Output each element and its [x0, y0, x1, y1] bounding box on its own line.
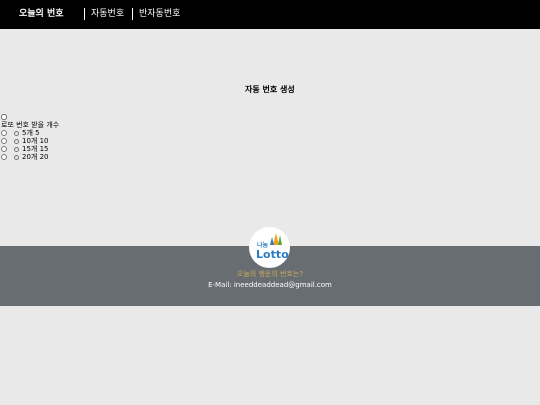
- logo-main-text: Lotto: [256, 248, 289, 261]
- lotto-logo: 나눔 Lotto: [249, 227, 290, 268]
- bullet-icon: [14, 130, 19, 136]
- footer-lucky-link[interactable]: 오늘의 행운의 번호는?: [0, 270, 540, 278]
- option-label: 10개 10: [22, 137, 49, 145]
- option-radio[interactable]: [1, 146, 7, 152]
- bullet-icon: [14, 138, 19, 144]
- page-title: 자동 번호 생성: [245, 85, 295, 94]
- brand-link[interactable]: 오늘의 번호: [19, 8, 64, 20]
- count-form: 로또 번호 받을 개수 5개 5 10개 10 15개 15 20개 20: [1, 113, 59, 161]
- bullet-icon: [14, 146, 19, 152]
- option-radio[interactable]: [1, 130, 7, 136]
- top-navbar: 오늘의 번호 자동번호 반자동번호: [0, 0, 540, 29]
- option-radio[interactable]: [1, 154, 7, 160]
- count-label: 로또 번호 받을 개수: [1, 121, 60, 129]
- option-label: 5개 5: [22, 129, 40, 137]
- option-row[interactable]: 5개 5: [1, 129, 59, 137]
- option-row[interactable]: 10개 10: [1, 137, 59, 145]
- option-label: 15개 15: [22, 145, 49, 153]
- option-row[interactable]: 15개 15: [1, 145, 59, 153]
- toggle-checkbox[interactable]: [1, 114, 7, 120]
- option-label: 20개 20: [22, 153, 49, 161]
- nav-semi-auto-numbers[interactable]: 반자동번호: [132, 8, 180, 20]
- option-radio[interactable]: [1, 138, 7, 144]
- nav-auto-numbers[interactable]: 자동번호: [84, 8, 124, 20]
- bullet-icon: [14, 154, 19, 160]
- option-row[interactable]: 20개 20: [1, 153, 59, 161]
- footer-email: E-Mail: ineeddeaddead@gmail.com: [208, 281, 332, 289]
